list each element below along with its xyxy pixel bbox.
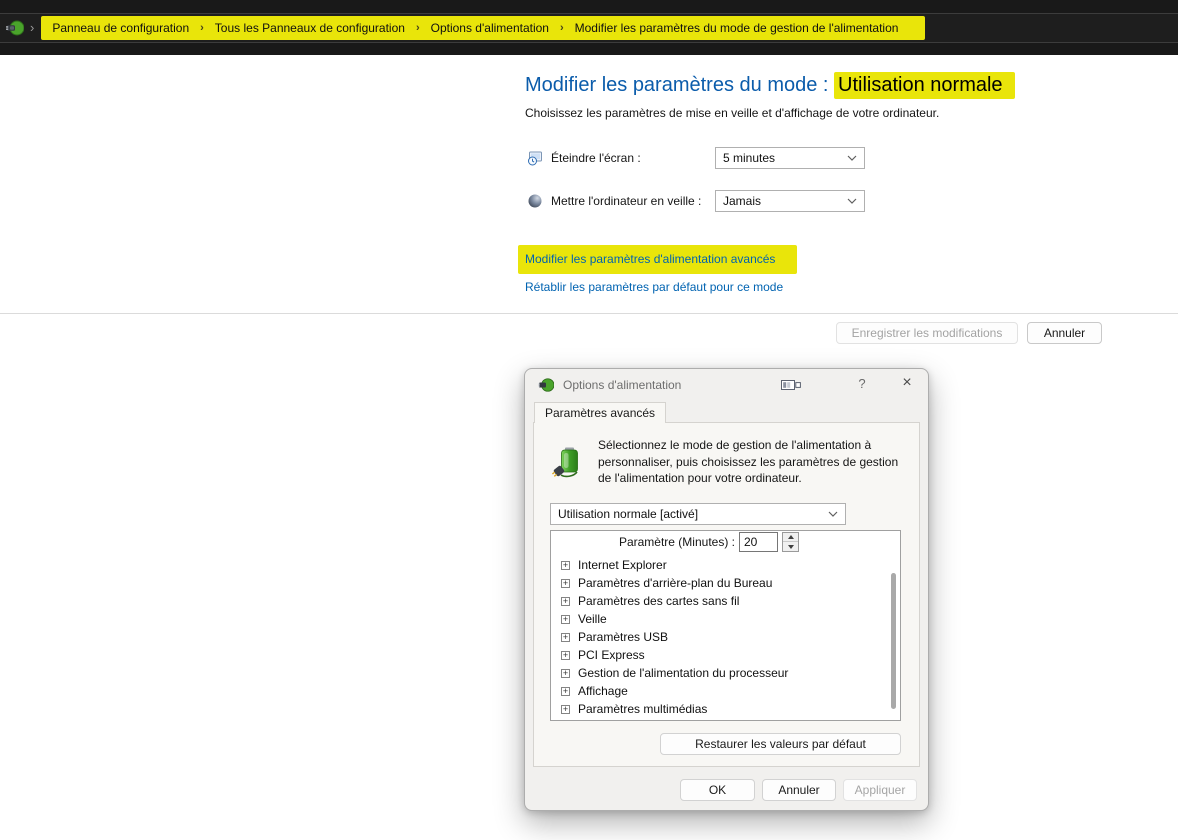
tree-item[interactable]: + Paramètres multimédias [551,700,884,718]
breadcrumb-separator-icon: › [408,22,428,34]
battery-indicator-icon [781,378,801,390]
sleep-row: Mettre l'ordinateur en veille : Jamais [527,190,865,212]
tree-item[interactable]: + Paramètres USB [551,628,884,646]
page-button-row: Enregistrer les modifications Annuler [836,322,1102,344]
chevron-down-icon [828,511,838,517]
dialog-button-row: OK Annuler Appliquer [680,779,917,801]
screen-off-selected-value: 5 minutes [723,151,775,165]
explorer-titlebar: › Panneau de configuration › Tous les Pa… [0,0,1178,55]
advanced-settings-list: Paramètre (Minutes) : + Internet Explore… [550,530,901,721]
tree-item[interactable]: + PCI Express [551,646,884,664]
expand-plus-icon[interactable]: + [561,651,570,660]
screen-off-label: Éteindre l'écran : [551,151,715,165]
tree-item[interactable]: + Paramètres des cartes sans fil [551,592,884,610]
parameter-spinner [782,532,799,552]
breadcrumb-separator-icon: › [192,22,212,34]
breadcrumb: Panneau de configuration › Tous les Pann… [41,16,925,40]
page-cancel-button[interactable]: Annuler [1027,322,1102,344]
screen-off-row: Éteindre l'écran : 5 minutes [527,147,865,169]
page-title: Modifier les paramètres du mode : Utilis… [525,74,1015,97]
dialog-title: Options d'alimentation [563,378,681,392]
breadcrumb-item[interactable]: Panneau de configuration › [49,21,211,35]
dialog-help-button[interactable]: ? [853,376,871,391]
expand-plus-icon[interactable]: + [561,615,570,624]
tree-item[interactable]: + Veille [551,610,884,628]
breadcrumb-item[interactable]: Options d'alimentation › [428,21,572,35]
sleep-label: Mettre l'ordinateur en veille : [551,194,715,208]
screen-off-select[interactable]: 5 minutes [715,147,865,169]
tree-item[interactable]: + Paramètres d'arrière-plan du Bureau [551,574,884,592]
page-title-prefix: Modifier les paramètres du mode : [525,74,828,96]
sleep-select[interactable]: Jamais [715,190,865,212]
tree-item[interactable]: + Affichage [551,682,884,700]
parameter-minutes-input[interactable] [739,532,778,552]
spinner-down-button[interactable] [783,542,798,551]
advanced-settings-link[interactable]: Modifier les paramètres d'alimentation a… [525,252,775,266]
tree-item[interactable]: + Internet Explorer [551,556,884,574]
expand-plus-icon[interactable]: + [561,687,570,696]
expand-plus-icon[interactable]: + [561,597,570,606]
advanced-settings-link-highlight: Modifier les paramètres d'alimentation a… [518,245,797,274]
plan-name-highlight: Utilisation normale [834,72,1015,99]
parameter-minutes-label: Paramètre (Minutes) : [551,535,735,549]
expand-plus-icon[interactable]: + [561,669,570,678]
power-options-icon [6,19,24,37]
dialog-cancel-button[interactable]: Annuler [762,779,836,801]
save-changes-button[interactable]: Enregistrer les modifications [836,322,1018,344]
breadcrumb-item[interactable]: Modifier les paramètres du mode de gesti… [572,21,918,35]
power-options-dialog: Options d'alimentation ? × Paramètres av… [524,368,929,811]
tree-item[interactable]: + Gestion de l'alimentation du processeu… [551,664,884,682]
apply-button[interactable]: Appliquer [843,779,917,801]
sleep-moon-icon [527,193,543,209]
expand-plus-icon[interactable]: + [561,633,570,642]
display-clock-icon [527,150,543,166]
breadcrumb-item[interactable]: Tous les Panneaux de configuration › [212,21,428,35]
advanced-settings-tab-page: Sélectionnez le mode de gestion de l'ali… [533,422,920,767]
list-scrollbar-thumb[interactable] [891,573,896,709]
restore-defaults-link[interactable]: Rétablir les paramètres par défaut pour … [525,280,783,294]
battery-plug-icon [552,445,586,479]
power-plug-icon [538,377,554,393]
breadcrumb-separator-icon: › [552,22,572,34]
tab-advanced-settings[interactable]: Paramètres avancés [534,402,666,423]
dialog-close-button[interactable]: × [897,374,917,392]
chevron-down-icon [847,155,857,161]
power-plan-selected-value: Utilisation normale [activé] [558,507,698,521]
expand-plus-icon[interactable]: + [561,561,570,570]
page-divider [0,313,1178,314]
restore-defaults-button[interactable]: Restaurer les valeurs par défaut [660,733,901,755]
spinner-up-button[interactable] [783,533,798,542]
expand-plus-icon[interactable]: + [561,705,570,714]
power-plan-select[interactable]: Utilisation normale [activé] [550,503,846,525]
settings-tree: + Internet Explorer + Paramètres d'arriè… [551,556,884,718]
chevron-down-icon [847,198,857,204]
address-bar[interactable]: › Panneau de configuration › Tous les Pa… [0,13,1178,43]
parameter-row: Paramètre (Minutes) : [551,531,900,554]
dialog-description: Sélectionnez le mode de gestion de l'ali… [598,437,904,487]
expand-plus-icon[interactable]: + [561,579,570,588]
chevron-right-icon: › [24,20,41,37]
page-subtitle: Choisissez les paramètres de mise en vei… [525,106,939,120]
sleep-selected-value: Jamais [723,194,761,208]
ok-button[interactable]: OK [680,779,755,801]
